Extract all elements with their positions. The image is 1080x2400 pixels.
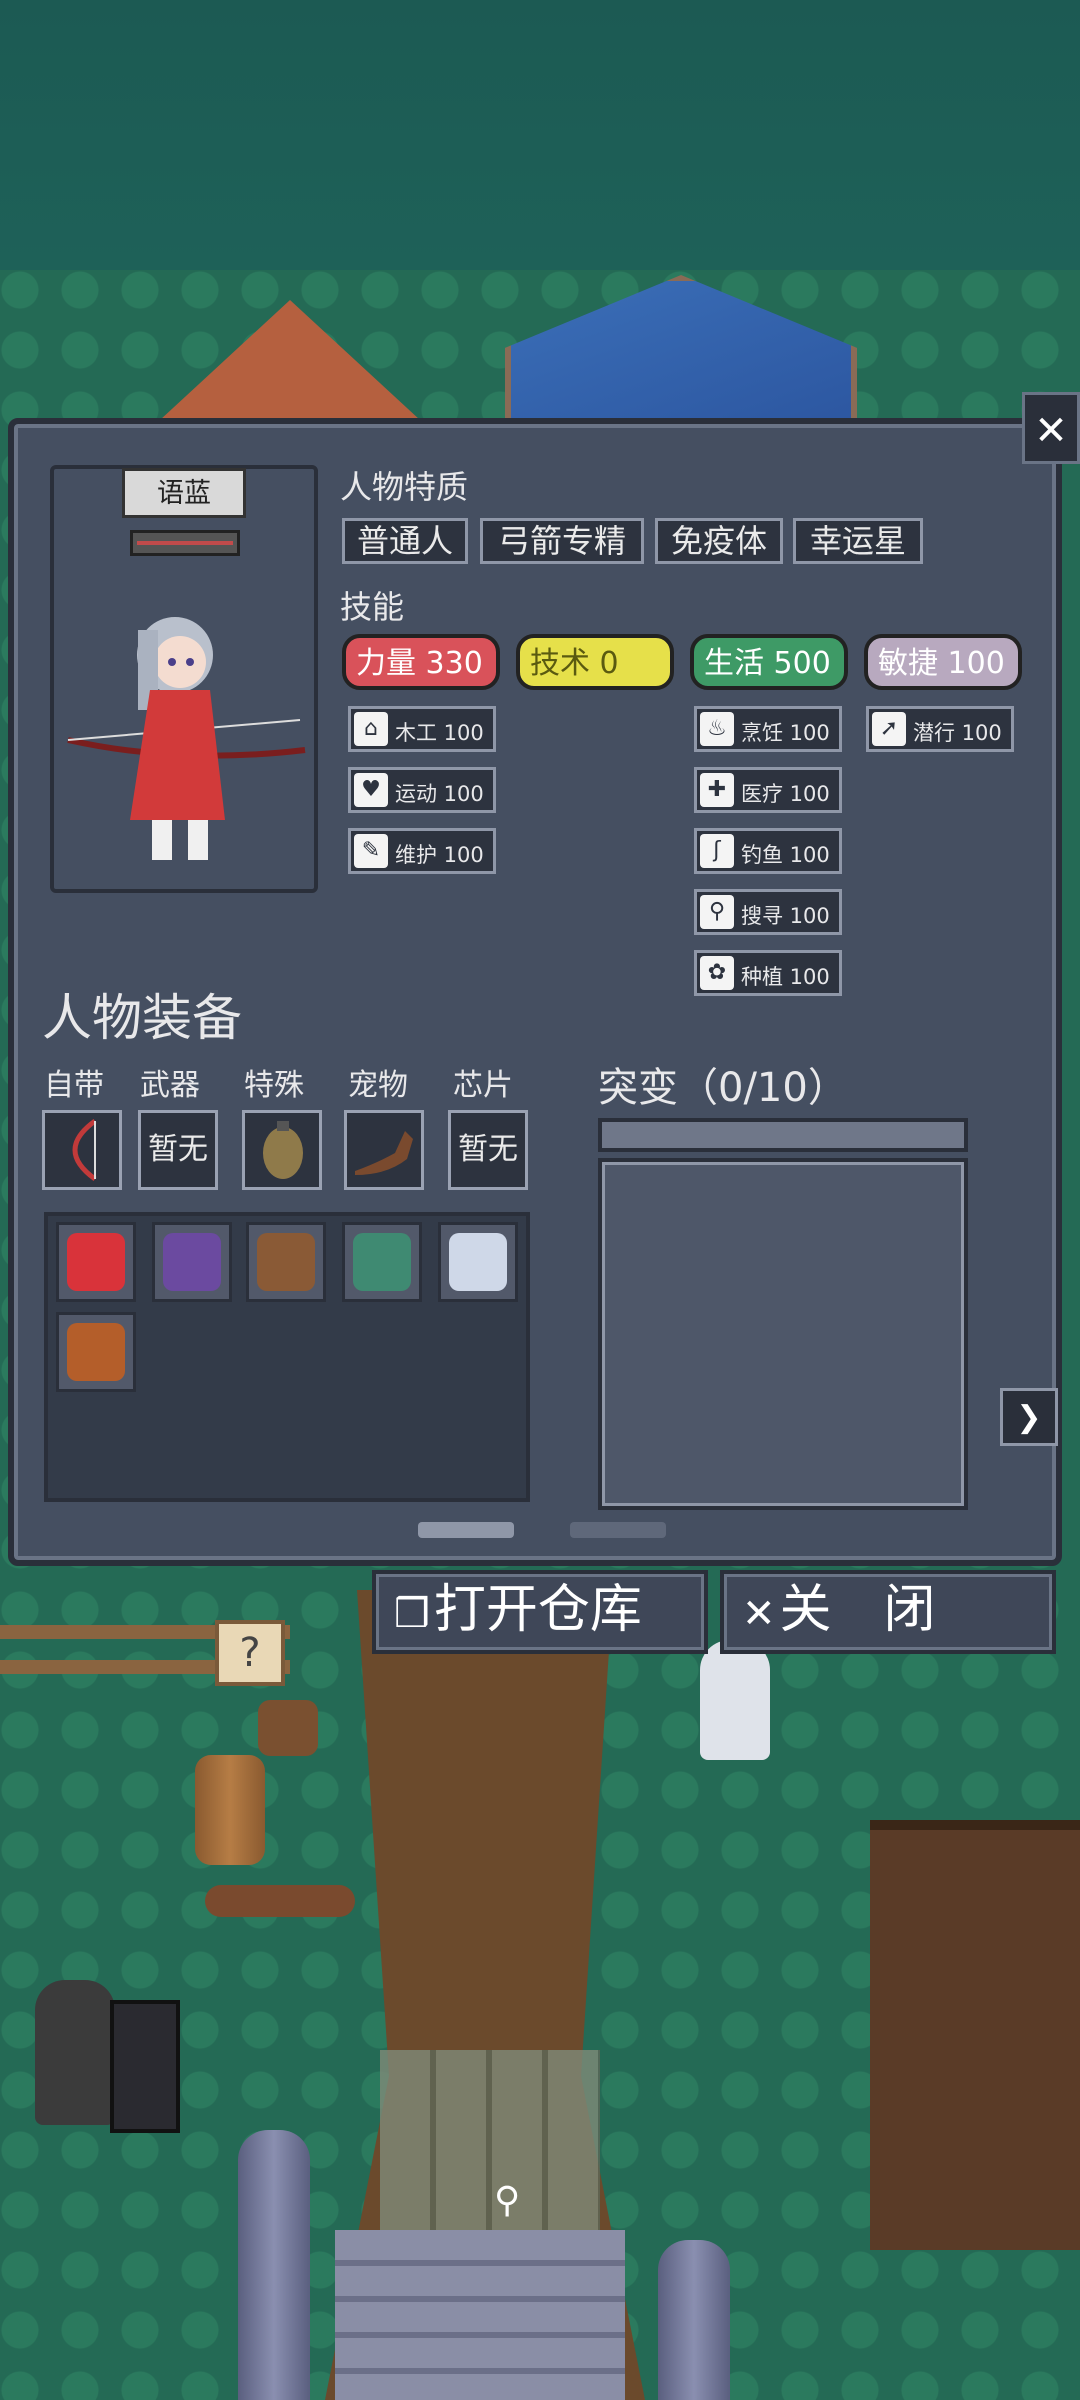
cloth-sack-icon[interactable] [56,1312,136,1392]
fridge[interactable] [110,2000,180,2133]
stone-floor [380,2050,600,2230]
first-aid-kit-icon[interactable] [56,1222,136,1302]
magnifier-icon: ⚲ [700,895,734,929]
slot-label: 宠物 [348,1068,408,1103]
skill-cooking[interactable]: ♨ 烹饪 100 [694,706,842,752]
traits-title: 人物特质 [340,468,469,506]
skill-searching[interactable]: ⚲ 搜寻 100 [694,889,842,935]
skill-label: 搜寻 100 [741,904,830,928]
skill-label: 运动 100 [395,782,484,806]
trait-tag[interactable]: 弓箭专精 [480,518,644,564]
plant-icon: ✿ [700,956,734,990]
equipment-title: 人物装备 [42,989,242,1047]
life-stat[interactable]: 生活 500 [690,634,848,690]
bow-icon [72,1118,97,1182]
trait-tag[interactable]: 幸运星 [793,518,923,564]
slot-label: 自带 [44,1068,104,1103]
npc-survivor[interactable] [35,1980,115,2125]
skill-label: 烹饪 100 [741,721,830,745]
house-roof-left [160,300,420,420]
skill-label: 维护 100 [395,843,484,867]
skill-sneaking[interactable]: ➚ 潜行 100 [866,706,1014,752]
character-name: 语蓝 [122,468,246,518]
close-label: 关 闭 [779,1580,936,1640]
skill-carpentry[interactable]: ⌂ 木工 100 [348,706,496,752]
stone-pillar-right [658,2240,730,2400]
open-storage-label: 打开仓库 [433,1580,642,1640]
health-bar [130,530,240,556]
white-container-icon[interactable] [438,1222,518,1302]
green-backpack-icon[interactable] [342,1222,422,1302]
mutation-progress-bar [598,1118,968,1152]
slot-label: 芯片 [453,1068,513,1103]
skill-sports[interactable]: ♥ 运动 100 [348,767,496,813]
stone-pillar-left [238,2130,310,2400]
skill-medical[interactable]: ✚ 医疗 100 [694,767,842,813]
agility-stat[interactable]: 敏捷 100 [864,634,1022,690]
trait-tag[interactable]: 普通人 [342,518,468,564]
close-icon: ✕ [742,1591,776,1637]
innate-slot[interactable] [42,1110,122,1190]
skill-fishing[interactable]: ʃ 钓鱼 100 [694,828,842,874]
skill-planting[interactable]: ✿ 种植 100 [694,950,842,996]
sneak-icon: ➚ [872,712,906,746]
strength-stat[interactable]: 力量 330 [342,634,500,690]
question-sign[interactable]: ? [215,1620,285,1686]
archer-girl-portrait [67,617,306,860]
skills-title: 技能 [340,588,405,626]
medkit-icon: ✚ [700,773,734,807]
inventory-grid [44,1212,530,1502]
boxes-icon: ❒ [394,1591,430,1637]
skill-label: 种植 100 [741,965,830,989]
scene-sky [0,0,1080,300]
skill-label: 医疗 100 [741,782,830,806]
brown-backpack-icon[interactable] [246,1222,326,1302]
slot-label: 特殊 [244,1068,304,1103]
pet-slot[interactable] [344,1110,424,1190]
skill-maintenance[interactable]: ✎ 维护 100 [348,828,496,874]
special-slot[interactable] [242,1110,322,1190]
close-button[interactable]: ✕关 闭 [720,1570,1056,1654]
chip-slot[interactable]: 暂无 [448,1110,528,1190]
farm-plot[interactable] [870,1820,1080,2250]
close-icon[interactable]: ✕ [1022,392,1080,464]
skill-label: 木工 100 [395,721,484,745]
player-character[interactable] [700,1640,770,1760]
mutation-list [598,1158,968,1510]
skill-label: 潜行 100 [913,721,1002,745]
skill-label: 钓鱼 100 [741,843,830,867]
barrel[interactable] [195,1755,265,1865]
page-indicator-active[interactable] [418,1522,514,1538]
page-indicator[interactable] [570,1522,666,1538]
fishing-icon: ʃ [700,834,734,868]
grenade-icon [263,1121,303,1179]
stone-stairs[interactable] [335,2230,625,2400]
trait-tag[interactable]: 免疫体 [655,518,783,564]
weapon-slot[interactable]: 暂无 [138,1110,218,1190]
heart-icon: ♥ [354,773,388,807]
cat-npc[interactable] [258,1700,318,1756]
otter-pet[interactable] [205,1885,355,1917]
house-icon: ⌂ [354,712,388,746]
next-arrow-icon[interactable]: ❯ [1000,1388,1058,1446]
purple-vest-icon[interactable] [152,1222,232,1302]
open-storage-button[interactable]: ❒打开仓库 [372,1570,708,1654]
wrench-icon: ✎ [354,834,388,868]
otter-icon [355,1131,413,1175]
mutation-title: 突变（0/10） [598,1065,848,1111]
technique-stat[interactable]: 技术 0 [516,634,674,690]
cooking-pot-icon: ♨ [700,712,734,746]
slot-label: 武器 [140,1068,200,1103]
map-pin-icon[interactable]: ⚲ [494,2180,520,2221]
